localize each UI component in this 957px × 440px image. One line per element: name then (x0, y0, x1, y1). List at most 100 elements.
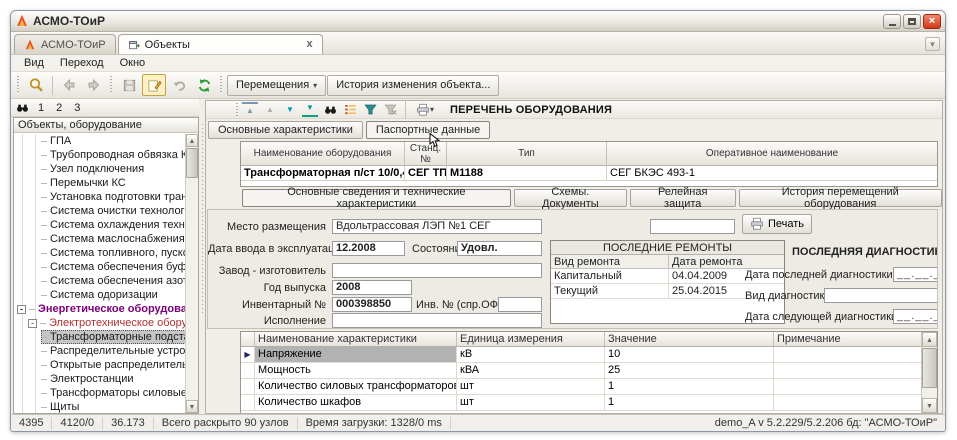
undo-button[interactable] (167, 74, 191, 96)
save-button[interactable] (117, 74, 141, 96)
bookmark-number[interactable]: 2 (54, 102, 64, 114)
scroll-down-icon[interactable]: ▼ (922, 398, 937, 413)
toolbar-grip (16, 76, 21, 94)
tree-item[interactable]: Система охлаждения технологич (14, 218, 185, 232)
history-button[interactable]: История изменения объекта... (327, 75, 499, 96)
tree-item[interactable]: Система одоризации (14, 288, 185, 302)
movements-button[interactable]: Перемещения ▾ (227, 75, 326, 96)
execution-field[interactable] (332, 313, 542, 328)
tree-item[interactable]: - Энергетическое оборудование (14, 302, 185, 316)
column-header[interactable]: Станц. № (405, 142, 447, 165)
column-header[interactable]: Единица измерения (457, 332, 605, 346)
tree-item[interactable]: Электростанции (14, 372, 185, 386)
tab-objects[interactable]: Объекты x (118, 34, 323, 54)
commissioning-field[interactable]: 12.2008 (332, 241, 405, 256)
maximize-button[interactable] (903, 14, 921, 29)
tree-item[interactable]: Система обеспечения буферным (14, 260, 185, 274)
column-header[interactable]: Значение (605, 332, 774, 346)
tree-item[interactable]: Щиты (14, 400, 185, 413)
content-area: 123 Объекты, оборудование ГПА Трубопрово… (11, 99, 945, 414)
edit-button[interactable] (142, 74, 166, 96)
scroll-up-icon[interactable]: ▲ (922, 332, 937, 347)
scrollbar-thumb[interactable] (922, 348, 937, 388)
expander-minus-icon[interactable]: - (28, 319, 37, 328)
move-up-icon[interactable]: ▲ (262, 102, 278, 117)
view-tab[interactable]: Паспортные данные (366, 121, 490, 139)
checklist-icon[interactable] (342, 102, 358, 117)
inventory-field[interactable]: 000398850 (332, 297, 412, 312)
filter-clear-icon[interactable] (382, 102, 398, 117)
tree-item[interactable]: Трансформаторы силовые (14, 386, 185, 400)
tree-item[interactable]: Трансформаторные подстанции (14, 330, 185, 344)
find-binoculars-icon[interactable] (322, 102, 338, 117)
last-diag-date-field[interactable]: __.__.____ (893, 267, 938, 282)
minimize-button[interactable] (883, 14, 901, 29)
column-header[interactable]: Оперативное наименование (607, 142, 937, 165)
equipment-row[interactable]: Трансформаторная п/ст 10/0,4 кВ СЕГ ТП М… (241, 166, 937, 181)
next-diag-date-field[interactable]: __.__.____ (893, 309, 938, 324)
menu-item[interactable]: Окно (113, 56, 153, 70)
inv-of-field[interactable] (498, 297, 542, 312)
scroll-up-icon[interactable]: ▲ (186, 134, 198, 147)
expander-minus-icon[interactable]: - (17, 305, 26, 314)
detail-tab[interactable]: Основные сведения и технические характер… (242, 189, 511, 207)
refresh-button[interactable] (192, 74, 216, 96)
filter-icon[interactable] (362, 102, 378, 117)
view-tab[interactable]: Основные характеристики (208, 121, 363, 139)
detail-tab[interactable]: Схемы. Документы (514, 189, 627, 207)
move-down-icon[interactable]: ▼ (282, 102, 298, 117)
tree-item[interactable]: Система топливного, пускового и (14, 246, 185, 260)
detail-tab[interactable]: История перемещений оборудования (739, 189, 942, 207)
status-cell: Всего раскрыто 90 узлов (154, 417, 298, 430)
close-button[interactable]: × (923, 14, 941, 29)
bookmark-number[interactable]: 3 (72, 102, 82, 114)
bookmark-number[interactable]: 1 (36, 102, 46, 114)
move-first-icon[interactable]: ▲ (242, 102, 258, 117)
characteristic-row[interactable]: Мощность кВА 25 (241, 363, 921, 379)
back-button[interactable] (57, 74, 81, 96)
tree-item[interactable]: Открытые распределительные ус (14, 358, 185, 372)
tab-asmo[interactable]: АСМО-ТОиР (14, 34, 116, 54)
tree-item[interactable]: ГПА (14, 134, 185, 148)
print-grid-button[interactable]: ▾ (413, 102, 437, 117)
tree-item[interactable]: Трубопроводная обвязка КЦ с ТГ (14, 148, 185, 162)
menu-item[interactable]: Вид (17, 56, 51, 70)
tree-item[interactable]: Узел подключения (14, 162, 185, 176)
manufacturer-field[interactable] (332, 263, 542, 278)
tree-item[interactable]: - Электротехническое оборудование (14, 316, 185, 330)
repairs-col-kind[interactable]: Вид ремонта (551, 255, 669, 268)
move-last-icon[interactable]: ▼ (302, 102, 318, 117)
scroll-down-icon[interactable]: ▼ (186, 400, 198, 413)
printer-icon (750, 217, 764, 231)
repairs-col-date[interactable]: Дата ремонта (669, 255, 784, 268)
menu-item[interactable]: Переход (53, 56, 111, 70)
tree-item[interactable]: Установка подготовки транспорт (14, 190, 185, 204)
column-header[interactable]: Примечание (774, 332, 921, 346)
characteristic-row[interactable]: Количество силовых трансформаторов шт 1 (241, 379, 921, 395)
detail-tab[interactable]: Релейная защита (630, 189, 736, 207)
tree-scrollbar[interactable]: ▲ ▼ (185, 134, 198, 413)
forward-button[interactable] (82, 74, 106, 96)
tree-item[interactable]: Система обеспечения азотом (14, 274, 185, 288)
year-field[interactable]: 2008 (332, 280, 412, 295)
column-header[interactable]: Наименование характеристики (255, 332, 457, 346)
diag-kind-field[interactable] (824, 288, 938, 303)
tree-column-header[interactable]: Объекты, оборудование (14, 118, 198, 133)
scrollbar-thumb[interactable] (186, 148, 198, 178)
column-header[interactable]: Тип (447, 142, 607, 165)
characteristic-row[interactable]: Количество шкафов шт 1 (241, 395, 921, 411)
tree-item[interactable]: Система очистки технологическо (14, 204, 185, 218)
tree-item[interactable]: Система маслоснабжения (14, 232, 185, 246)
characteristic-row[interactable]: ▶ Напряжение кВ 10 (241, 347, 921, 363)
column-header[interactable]: Наименование оборудования (241, 142, 405, 165)
tree-item[interactable]: Перемычки КС (14, 176, 185, 190)
print-button[interactable]: Печать (742, 214, 812, 234)
location-extra-field[interactable] (650, 219, 735, 234)
characteristics-scrollbar[interactable]: ▲ ▼ (921, 332, 937, 413)
search-button[interactable] (24, 74, 48, 96)
tree-item[interactable]: Распределительные устройства ( (14, 344, 185, 358)
location-field[interactable]: Вдольтрассовая ЛЭП №1 СЕГ (332, 219, 542, 234)
tab-close-icon[interactable]: x (306, 39, 312, 50)
tab-list-dropdown-icon[interactable]: ▼ (925, 37, 940, 51)
state-field[interactable]: Удовл. (457, 241, 542, 256)
